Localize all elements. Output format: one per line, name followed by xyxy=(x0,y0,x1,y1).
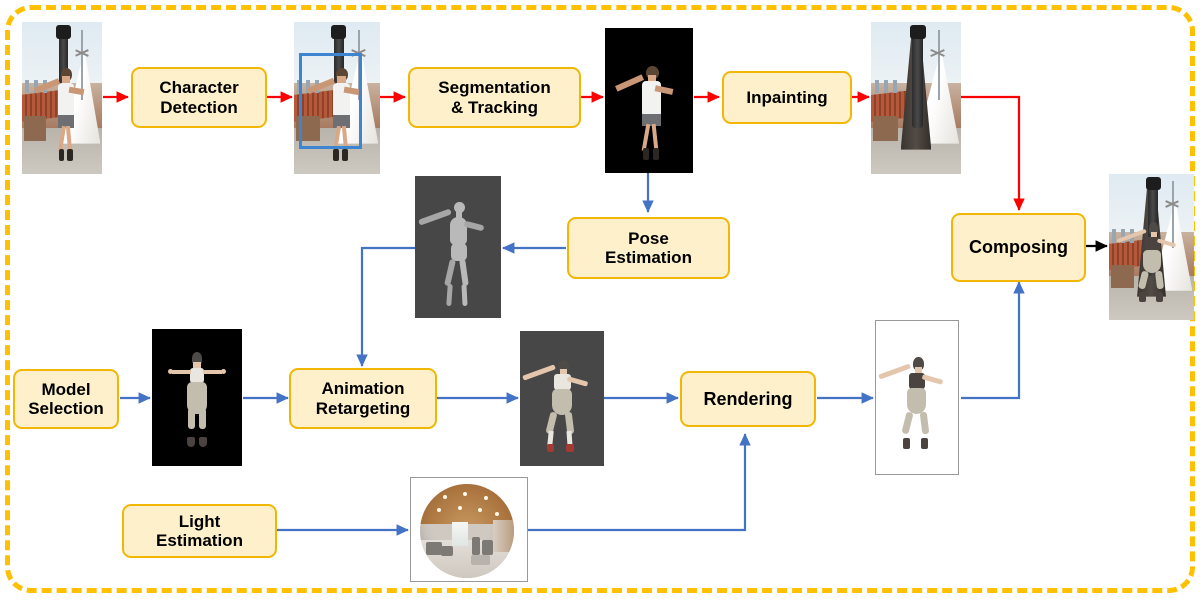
image-hdri-probe xyxy=(410,477,528,582)
process-box-model-selection[interactable]: Model Selection xyxy=(13,369,119,429)
detection-bounding-box xyxy=(299,53,362,149)
process-box-segmentation-tracking[interactable]: Segmentation & Tracking xyxy=(408,67,581,128)
chrome-ball xyxy=(420,484,514,578)
process-box-animation-retargeting[interactable]: Animation Retargeting xyxy=(289,368,437,429)
arrow-inpainted-to-composing xyxy=(961,95,1025,211)
process-box-light-estimation[interactable]: Light Estimation xyxy=(122,504,277,558)
label-pose-estimation: Pose Estimation xyxy=(605,228,692,267)
label-character-detection: Character Detection xyxy=(159,78,239,117)
process-box-character-detection[interactable]: Character Detection xyxy=(131,67,267,128)
label-rendering: Rendering xyxy=(703,388,793,409)
process-box-inpainting[interactable]: Inpainting xyxy=(722,71,852,124)
label-composing: Composing xyxy=(969,237,1068,258)
process-box-pose-estimation[interactable]: Pose Estimation xyxy=(567,217,730,279)
pipeline-diagram: Character Detection Segmentation & Track… xyxy=(0,0,1200,600)
image-segmented-frame xyxy=(605,28,693,173)
image-input-frame xyxy=(22,22,102,174)
image-retargeted-model xyxy=(520,331,604,466)
label-model-selection: Model Selection xyxy=(28,379,104,418)
image-rendered-character xyxy=(875,320,959,475)
process-box-composing[interactable]: Composing xyxy=(951,213,1086,282)
arrow-mesh-to-retargeting xyxy=(356,246,415,367)
process-box-rendering[interactable]: Rendering xyxy=(680,371,816,427)
image-inpainted-frame xyxy=(871,22,961,174)
image-pose-mesh xyxy=(415,176,501,318)
label-animation-retargeting: Animation Retargeting xyxy=(315,379,411,418)
image-tpose-model xyxy=(152,329,242,466)
label-inpainting: Inpainting xyxy=(746,87,828,107)
image-final-composite xyxy=(1109,174,1194,320)
label-light-estimation: Light Estimation xyxy=(156,511,243,550)
arrow-render-to-composing xyxy=(961,281,1025,400)
label-segmentation-tracking: Segmentation & Tracking xyxy=(438,78,551,117)
